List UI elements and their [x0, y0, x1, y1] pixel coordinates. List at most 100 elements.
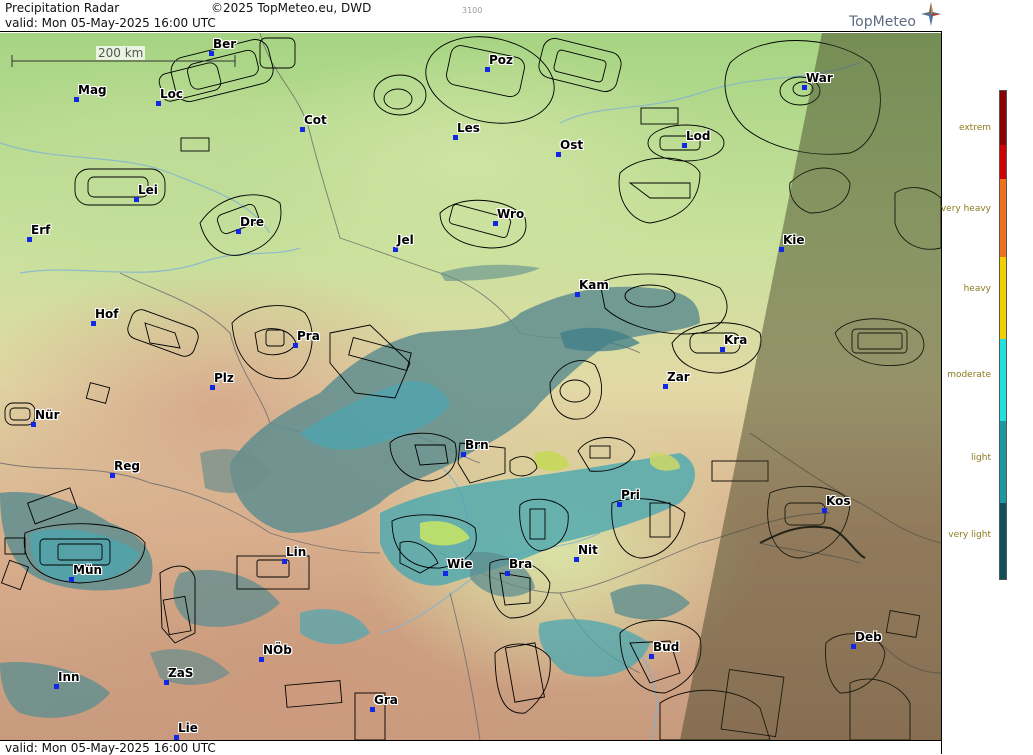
- city-label: Kos: [826, 494, 851, 508]
- city-label: Plz: [214, 371, 234, 385]
- radar-map[interactable]: 200 km Ber Mag Loc Cot Poz War Les Ost Lod Lei Dre…: [0, 33, 941, 740]
- footer-bar: valid: Mon 05-May-2025 16:00 UTC: [0, 740, 941, 755]
- city-marker-dot: [574, 557, 579, 562]
- city-marker-dot: [663, 384, 668, 389]
- header-bar: Precipitation Radar ©2025 TopMeteo.eu, D…: [0, 0, 942, 32]
- city-label: Poz: [489, 53, 514, 67]
- legend-swatch: [1000, 503, 1006, 579]
- city-label: Mün: [73, 563, 103, 577]
- valid-time-top: valid: Mon 05-May-2025 16:00 UTC: [5, 16, 216, 30]
- city-marker-dot: [54, 684, 59, 689]
- city-marker-dot: [74, 97, 79, 102]
- city-label: Inn: [58, 670, 80, 684]
- city-label: ZaS: [168, 666, 194, 680]
- city-marker-dot: [485, 67, 490, 72]
- city-label: Jel: [397, 233, 414, 247]
- city-label: Nit: [578, 543, 598, 557]
- city-marker-dot: [617, 502, 622, 507]
- city-label: Loc: [160, 87, 184, 101]
- city-label: Lin: [286, 545, 307, 559]
- city-label: Bra: [509, 557, 533, 571]
- city-marker-dot: [110, 473, 115, 478]
- city-marker-dot: [720, 347, 725, 352]
- city-label: Kam: [579, 278, 609, 292]
- legend-swatch: [1000, 91, 1006, 145]
- city-marker-dot: [682, 143, 687, 148]
- city-label: Hof: [95, 307, 119, 321]
- legend-swatch: [1000, 257, 1006, 339]
- city-label: Lod: [686, 129, 711, 143]
- legend-swatch: [1000, 339, 1006, 421]
- city-marker-dot: [164, 680, 169, 685]
- brand-logo-text: TopMeteo: [849, 14, 916, 30]
- city-label: Erf: [31, 223, 51, 237]
- city-marker-dot: [236, 229, 241, 234]
- city-marker-dot: [443, 571, 448, 576]
- legend-label: very heavy: [940, 204, 991, 214]
- city-marker-dot: [91, 321, 96, 326]
- city-marker-dot: [69, 577, 74, 582]
- city-label: Wie: [447, 557, 473, 571]
- city-label: Mag: [78, 83, 107, 97]
- valid-time-bottom: valid: Mon 05-May-2025 16:00 UTC: [5, 741, 216, 755]
- legend-swatch: [1000, 421, 1006, 503]
- city-label: Zar: [667, 370, 690, 384]
- city-label: Gra: [374, 693, 398, 707]
- city-label: War: [806, 71, 833, 85]
- city-label: Wro: [497, 207, 525, 221]
- compass-star-icon: [921, 2, 941, 26]
- city-label: Kra: [724, 333, 748, 347]
- city-marker-dot: [556, 152, 561, 157]
- city-label: Reg: [114, 459, 140, 473]
- city-marker-dot: [461, 452, 466, 457]
- copyright-text: ©2025 TopMeteo.eu, DWD: [211, 1, 372, 15]
- scale-bar-label: 200 km: [96, 46, 146, 60]
- legend-color-bar: [999, 90, 1007, 580]
- legend-label: moderate: [947, 370, 991, 380]
- city-marker-dot: [156, 101, 161, 106]
- city-label: Brn: [465, 438, 489, 452]
- night-shade: [680, 33, 941, 740]
- product-code: 3100: [462, 6, 483, 15]
- city-label: Pri: [621, 488, 640, 502]
- city-marker-dot: [575, 292, 580, 297]
- city-label: Lie: [178, 721, 198, 735]
- city-label: Ost: [560, 138, 584, 152]
- legend-label: heavy: [963, 284, 991, 294]
- city-label: NÖb: [263, 643, 292, 657]
- city-marker-dot: [851, 644, 856, 649]
- city-marker-dot: [802, 85, 807, 90]
- city-label: Dre: [240, 215, 265, 229]
- city-marker-dot: [393, 247, 398, 252]
- legend-label: very light: [948, 530, 991, 540]
- city-label: Nür: [35, 408, 60, 422]
- city-label: Cot: [304, 113, 327, 127]
- radar-frame: Precipitation Radar ©2025 TopMeteo.eu, D…: [0, 0, 942, 755]
- city-marker-dot: [209, 51, 214, 56]
- city-marker-dot: [453, 135, 458, 140]
- city-label: Pra: [297, 329, 320, 343]
- city-label: Ber: [213, 37, 237, 51]
- city-label: Les: [457, 121, 480, 135]
- legend-label: light: [971, 453, 991, 463]
- city-marker-dot: [779, 247, 784, 252]
- city-marker-dot: [493, 221, 498, 226]
- city-marker-dot: [370, 707, 375, 712]
- city-marker-dot: [210, 385, 215, 390]
- city-marker-dot: [505, 571, 510, 576]
- legend-swatch: [1000, 145, 1006, 179]
- city-marker-dot: [822, 508, 827, 513]
- city-marker-dot: [649, 654, 654, 659]
- city-label: Bud: [653, 640, 680, 654]
- legend-swatch: [1000, 179, 1006, 257]
- city-marker-dot: [293, 343, 298, 348]
- city-marker-dot: [134, 197, 139, 202]
- city-label: Lei: [138, 183, 158, 197]
- city-marker-dot: [259, 657, 264, 662]
- legend-label: extrem: [958, 123, 991, 133]
- city-label: Kie: [783, 233, 805, 247]
- city-marker-dot: [300, 127, 305, 132]
- precip-legend: extrem very heavy heavy moderate light very l…: [940, 0, 1033, 754]
- city-marker-dot: [31, 422, 36, 427]
- city-marker-dot: [27, 237, 32, 242]
